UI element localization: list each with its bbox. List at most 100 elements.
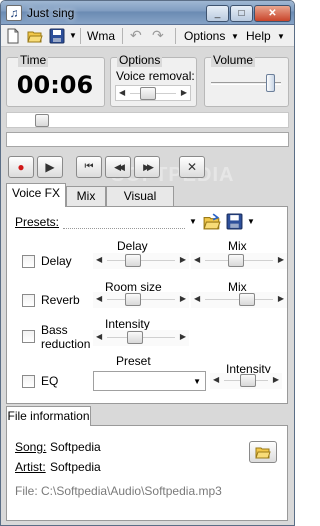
save-dropdown-arrow-icon[interactable]: ▼ [69, 31, 77, 40]
open-folder-icon[interactable] [27, 28, 43, 44]
eq-preset-select[interactable]: ▼ [93, 371, 206, 391]
room-size-thumb[interactable] [124, 293, 141, 306]
time-display: 00:06 [16, 71, 94, 99]
volume-label: Volume [211, 53, 256, 67]
time-label: Time [18, 53, 49, 67]
voice-removal-label: Voice removal: [116, 69, 195, 83]
right-arrow-icon[interactable]: ▶ [278, 294, 284, 303]
right-arrow-icon[interactable]: ▶ [278, 255, 284, 264]
minimize-button[interactable]: _ [206, 5, 229, 22]
toolbar-separator [122, 28, 123, 44]
save-preset-dropdown-arrow-icon[interactable]: ▼ [247, 217, 255, 226]
position-slider[interactable] [6, 112, 289, 128]
options-label: Options [117, 53, 163, 67]
save-icon[interactable] [49, 28, 65, 44]
toolbar-separator [80, 28, 81, 44]
eq-intensity-thumb[interactable] [239, 374, 256, 387]
bass-reduction-checkbox[interactable] [22, 330, 35, 343]
left-arrow-icon[interactable]: ◀ [96, 294, 102, 303]
stop-button[interactable]: ✕ [179, 156, 205, 178]
presets-dropdown-arrow-icon[interactable]: ▼ [189, 217, 197, 226]
tab-mix[interactable]: Mix [66, 186, 106, 206]
tab-visual-meter[interactable]: Visual Meter [106, 186, 174, 222]
new-file-icon[interactable] [5, 28, 21, 44]
left-arrow-icon[interactable]: ◀ [119, 88, 125, 97]
rewind-button[interactable]: ◀◀ [105, 156, 131, 178]
volume-thumb[interactable] [265, 74, 275, 92]
left-arrow-icon[interactable]: ◀ [194, 255, 200, 264]
slider-track [107, 299, 175, 300]
voice-fx-panel: Presets: ▼ ▼ Delay Mix Delay ◀ ▶ ◀ ▶ Room … [6, 206, 288, 404]
eq-intensity-slider[interactable]: ◀ ▶ [210, 373, 282, 389]
toolbar: ▼ Wma ↶ ↷ Options ▼ Help ▼ [1, 25, 294, 47]
bass-param-label: Intensity [105, 317, 150, 331]
options-menu[interactable]: Options [184, 29, 225, 43]
record-button[interactable]: ● [8, 156, 34, 178]
right-arrow-icon[interactable]: ▶ [181, 88, 187, 97]
folder-icon [255, 447, 271, 459]
window-title: Just sing [27, 6, 75, 20]
presets-label: Presets: [15, 215, 60, 229]
left-arrow-icon[interactable]: ◀ [96, 332, 102, 341]
voice-removal-slider[interactable]: ◀ ▶ [115, 85, 191, 101]
delay-label: Delay [41, 254, 72, 268]
help-dropdown-arrow-icon[interactable]: ▼ [277, 32, 285, 41]
chevron-down-icon: ▼ [193, 377, 201, 386]
left-arrow-icon[interactable]: ◀ [213, 375, 219, 384]
delay-param-label: Delay [117, 239, 148, 253]
left-arrow-icon[interactable]: ◀ [96, 255, 102, 264]
title-bar: ♫ Just sing _ □ ✕ [1, 1, 294, 25]
undo-icon[interactable]: ↶ [130, 27, 142, 44]
delay-slider[interactable]: ◀ ▶ [93, 253, 189, 269]
help-menu[interactable]: Help [246, 29, 271, 43]
toolbar-separator [175, 28, 176, 44]
right-arrow-icon[interactable]: ▶ [273, 375, 279, 384]
eq-preset-label: Preset [116, 354, 151, 368]
volume-slider[interactable] [211, 71, 281, 95]
open-file-button[interactable] [249, 441, 277, 463]
bass-intensity-thumb[interactable] [127, 331, 144, 344]
open-preset-icon[interactable] [203, 213, 221, 231]
slider-track [107, 260, 175, 261]
presets-dropdown[interactable] [63, 228, 185, 229]
delay-mix-thumb[interactable] [228, 254, 245, 267]
eq-checkbox[interactable] [22, 375, 35, 388]
close-button[interactable]: ✕ [254, 5, 291, 22]
right-arrow-icon[interactable]: ▶ [180, 255, 186, 264]
left-arrow-icon[interactable]: ◀ [194, 294, 200, 303]
maximize-button[interactable]: □ [230, 5, 253, 22]
delay-mix-label: Mix [228, 239, 247, 253]
right-arrow-icon[interactable]: ▶ [180, 332, 186, 341]
artist-label: Artist: [15, 460, 46, 474]
delay-checkbox[interactable] [22, 255, 35, 268]
delay-thumb[interactable] [124, 254, 141, 267]
file-info-panel: Song: Softpedia Artist: Softpedia File: … [6, 425, 288, 521]
redo-icon[interactable]: ↷ [152, 27, 164, 44]
format-menu[interactable]: Wma [87, 29, 115, 43]
bass-reduction-label: Bass reduction [41, 323, 91, 351]
voice-removal-thumb[interactable] [139, 87, 156, 100]
delay-mix-slider[interactable]: ◀ ▶ [191, 253, 287, 269]
song-label: Song: [15, 440, 47, 454]
eq-label: EQ [41, 374, 59, 388]
save-preset-icon[interactable] [226, 213, 243, 230]
play-button[interactable]: ▶ [37, 156, 63, 178]
tab-voice-fx[interactable]: Voice FX [6, 183, 66, 207]
reverb-mix-thumb[interactable] [239, 293, 256, 306]
room-size-slider[interactable]: ◀ ▶ [93, 292, 189, 308]
forward-button[interactable]: ▶▶ [134, 156, 160, 178]
reverb-checkbox[interactable] [22, 294, 35, 307]
options-dropdown-arrow-icon[interactable]: ▼ [231, 32, 239, 41]
tab-file-information[interactable]: File information [6, 406, 91, 426]
progress-bar [6, 132, 289, 147]
bass-intensity-slider[interactable]: ◀ ▶ [93, 330, 189, 346]
first-track-button[interactable]: ⏮ [76, 156, 102, 178]
artist-value: Softpedia [50, 460, 101, 474]
main-window: ♫ Just sing _ □ ✕ ▼ Wma ↶ ↷ Options ▼ He… [0, 0, 295, 526]
reverb-label: Reverb [41, 293, 80, 307]
right-arrow-icon[interactable]: ▶ [180, 294, 186, 303]
position-thumb[interactable] [35, 114, 50, 127]
file-path: File: C:\Softpedia\Audio\Softpedia.mp3 [15, 484, 222, 498]
reverb-mix-slider[interactable]: ◀ ▶ [191, 292, 287, 308]
music-note-icon: ♫ [6, 5, 22, 21]
